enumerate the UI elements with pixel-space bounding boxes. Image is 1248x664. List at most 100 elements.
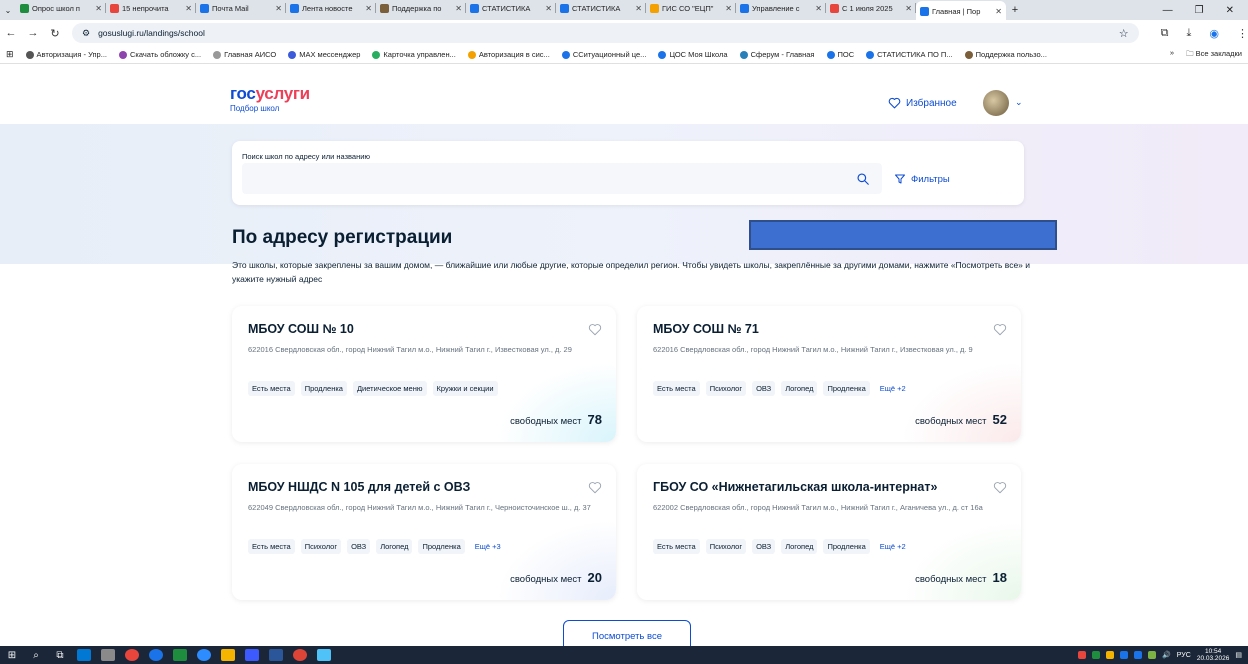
excel-app-icon[interactable] xyxy=(173,649,187,661)
search-card: Поиск школ по адресу или названию Фильтр… xyxy=(232,141,1024,205)
school-card[interactable]: МБОУ НШДС N 105 для детей с ОВЗ 622049 Св… xyxy=(232,464,616,600)
browser-tab[interactable]: Почта Mail ✕ xyxy=(196,0,286,17)
profile-icon[interactable]: ◉ xyxy=(1209,27,1219,40)
bookmark-item[interactable]: Скачать обложку с... xyxy=(113,50,207,59)
bookmark-item[interactable]: Сферум - Главная xyxy=(734,50,821,59)
heart-icon[interactable] xyxy=(993,481,1007,494)
tray-icon[interactable] xyxy=(1078,651,1087,659)
edge-app-icon[interactable] xyxy=(149,649,163,661)
tray-icon[interactable] xyxy=(1134,651,1143,659)
bookmark-label: Авторизация - Упр... xyxy=(36,50,107,59)
download-icon[interactable]: ⤓ xyxy=(1187,27,1192,40)
search-input[interactable] xyxy=(242,163,882,194)
bookmark-star-icon[interactable]: ☆ xyxy=(1119,27,1129,40)
tab-close-icon[interactable]: ✕ xyxy=(545,4,552,13)
user-avatar[interactable] xyxy=(983,90,1009,116)
feature-tag: Психолог xyxy=(705,539,747,554)
tray-icon[interactable] xyxy=(1148,651,1157,659)
url-input[interactable]: ⚙ gosuslugi.ru/landings/school ☆ xyxy=(72,23,1139,43)
browser-tab[interactable]: СТАТИСТИКА ✕ xyxy=(556,0,646,17)
tab-close-icon[interactable]: ✕ xyxy=(635,4,642,13)
maximize-icon[interactable]: ❐ xyxy=(1195,5,1204,16)
gosuslugi-logo[interactable]: госуслуги Подбор школ xyxy=(230,84,310,113)
tab-close-icon[interactable]: ✕ xyxy=(995,7,1002,16)
browser-tab[interactable]: Главная | Пор ✕ xyxy=(916,1,1006,21)
task-view-icon[interactable]: ⧉ xyxy=(48,650,72,661)
browser-tab[interactable]: Опрос школ п ✕ xyxy=(16,0,106,17)
browser-tab[interactable]: Лента новосте ✕ xyxy=(286,0,376,17)
heart-icon[interactable] xyxy=(993,323,1007,336)
tab-search-icon[interactable]: ⌄ xyxy=(0,6,16,15)
browser-tab[interactable]: Поддержка по ✕ xyxy=(376,0,466,17)
tab-close-icon[interactable]: ✕ xyxy=(725,4,732,13)
view-all-button[interactable]: Посмотреть все xyxy=(563,620,691,646)
forward-icon[interactable]: → xyxy=(22,27,44,39)
school-card[interactable]: МБОУ СОШ № 10 622016 Свердловская обл., г… xyxy=(232,306,616,442)
more-bookmarks-icon[interactable]: » xyxy=(1170,48,1174,61)
favorites-link[interactable]: Избранное xyxy=(888,97,957,109)
bookmark-item[interactable]: Авторизация в сис... xyxy=(462,50,556,59)
volume-icon[interactable]: 🔊 xyxy=(1162,651,1171,659)
heart-icon[interactable] xyxy=(588,323,602,336)
tab-close-icon[interactable]: ✕ xyxy=(815,4,822,13)
bookmark-item[interactable]: MAX мессенджер xyxy=(282,50,366,59)
feature-tags: Есть места Психолог ОВЗ Логопед Продленка Ещё… xyxy=(653,539,910,554)
windows-start-icon[interactable]: ⊞ xyxy=(0,650,24,661)
taskbar-search-icon[interactable]: ⌕ xyxy=(24,650,48,661)
all-bookmarks-link[interactable]: 🗀 Все закладки xyxy=(1186,48,1242,61)
heart-icon[interactable] xyxy=(588,481,602,494)
reload-icon[interactable]: ↻ xyxy=(44,27,66,40)
new-tab-button[interactable]: + xyxy=(1006,4,1024,16)
tab-close-icon[interactable]: ✕ xyxy=(185,4,192,13)
extensions-icon[interactable]: ⧉ xyxy=(1161,27,1169,40)
chevron-down-icon[interactable]: ⌄ xyxy=(1015,97,1023,108)
menu-icon[interactable]: ⋮ xyxy=(1237,27,1248,40)
browser-tab[interactable]: 15 непрочита ✕ xyxy=(106,0,196,17)
browser-tab[interactable]: ГИС СО "ЕЦП" ✕ xyxy=(646,0,736,17)
folder-app-icon[interactable] xyxy=(221,649,235,661)
more-tags-link[interactable]: Ещё +3 xyxy=(471,539,505,554)
tray-icon[interactable] xyxy=(1092,651,1101,659)
bookmark-item[interactable]: Авторизация - Упр... xyxy=(20,50,113,59)
zoom-app-icon[interactable] xyxy=(197,649,211,661)
language-indicator[interactable]: РУС xyxy=(1177,652,1191,659)
tab-close-icon[interactable]: ✕ xyxy=(365,4,372,13)
explorer-app-icon[interactable] xyxy=(317,649,331,661)
skype-app-icon[interactable] xyxy=(77,649,91,661)
tray-icon[interactable] xyxy=(1106,651,1115,659)
bookmark-item[interactable]: Поддержка пользо... xyxy=(959,50,1053,59)
browser-tab[interactable]: С 1 июля 2025 ✕ xyxy=(826,0,916,17)
back-icon[interactable]: ← xyxy=(0,27,22,39)
app-icon-blue[interactable] xyxy=(245,649,259,661)
bookmark-item[interactable]: ССитуационный це... xyxy=(556,50,653,59)
bookmark-item[interactable]: ПОС xyxy=(821,50,861,59)
minimize-icon[interactable]: — xyxy=(1163,5,1173,16)
site-settings-icon[interactable]: ⚙ xyxy=(82,28,90,39)
all-bookmarks-label: Все закладки xyxy=(1195,49,1242,58)
tab-close-icon[interactable]: ✕ xyxy=(905,4,912,13)
bookmark-item[interactable]: СТАТИСТИКА ПО П... xyxy=(860,50,958,59)
tab-close-icon[interactable]: ✕ xyxy=(275,4,282,13)
browser-tab[interactable]: Управление с ✕ xyxy=(736,0,826,17)
filters-button[interactable]: Фильтры xyxy=(894,173,950,185)
opera-app-icon[interactable] xyxy=(125,649,139,661)
browser-tab[interactable]: СТАТИСТИКА ✕ xyxy=(466,0,556,17)
paint-app-icon[interactable] xyxy=(101,649,115,661)
tray-icon[interactable] xyxy=(1120,651,1129,659)
school-card[interactable]: ГБОУ СО «Нижнетагильская школа-интернат»… xyxy=(637,464,1021,600)
bookmark-item[interactable]: ЦОС Моя Школа xyxy=(652,50,733,59)
close-window-icon[interactable]: ✕ xyxy=(1226,5,1234,16)
apps-icon[interactable]: ⊞ xyxy=(0,49,20,60)
more-tags-link[interactable]: Ещё +2 xyxy=(876,539,910,554)
school-card[interactable]: МБОУ СОШ № 71 622016 Свердловская обл., г… xyxy=(637,306,1021,442)
notifications-icon[interactable]: ▤ xyxy=(1235,651,1242,659)
word-app-icon[interactable] xyxy=(269,649,283,661)
clock[interactable]: 10:54 20.03.2026 xyxy=(1197,648,1230,662)
bookmark-item[interactable]: Главная АИСО xyxy=(207,50,282,59)
tab-close-icon[interactable]: ✕ xyxy=(95,4,102,13)
more-tags-link[interactable]: Ещё +2 xyxy=(876,381,910,396)
search-icon[interactable] xyxy=(856,172,870,186)
chrome-app-icon[interactable] xyxy=(293,649,307,661)
bookmark-item[interactable]: Карточка управлен... xyxy=(366,50,461,59)
tab-close-icon[interactable]: ✕ xyxy=(455,4,462,13)
